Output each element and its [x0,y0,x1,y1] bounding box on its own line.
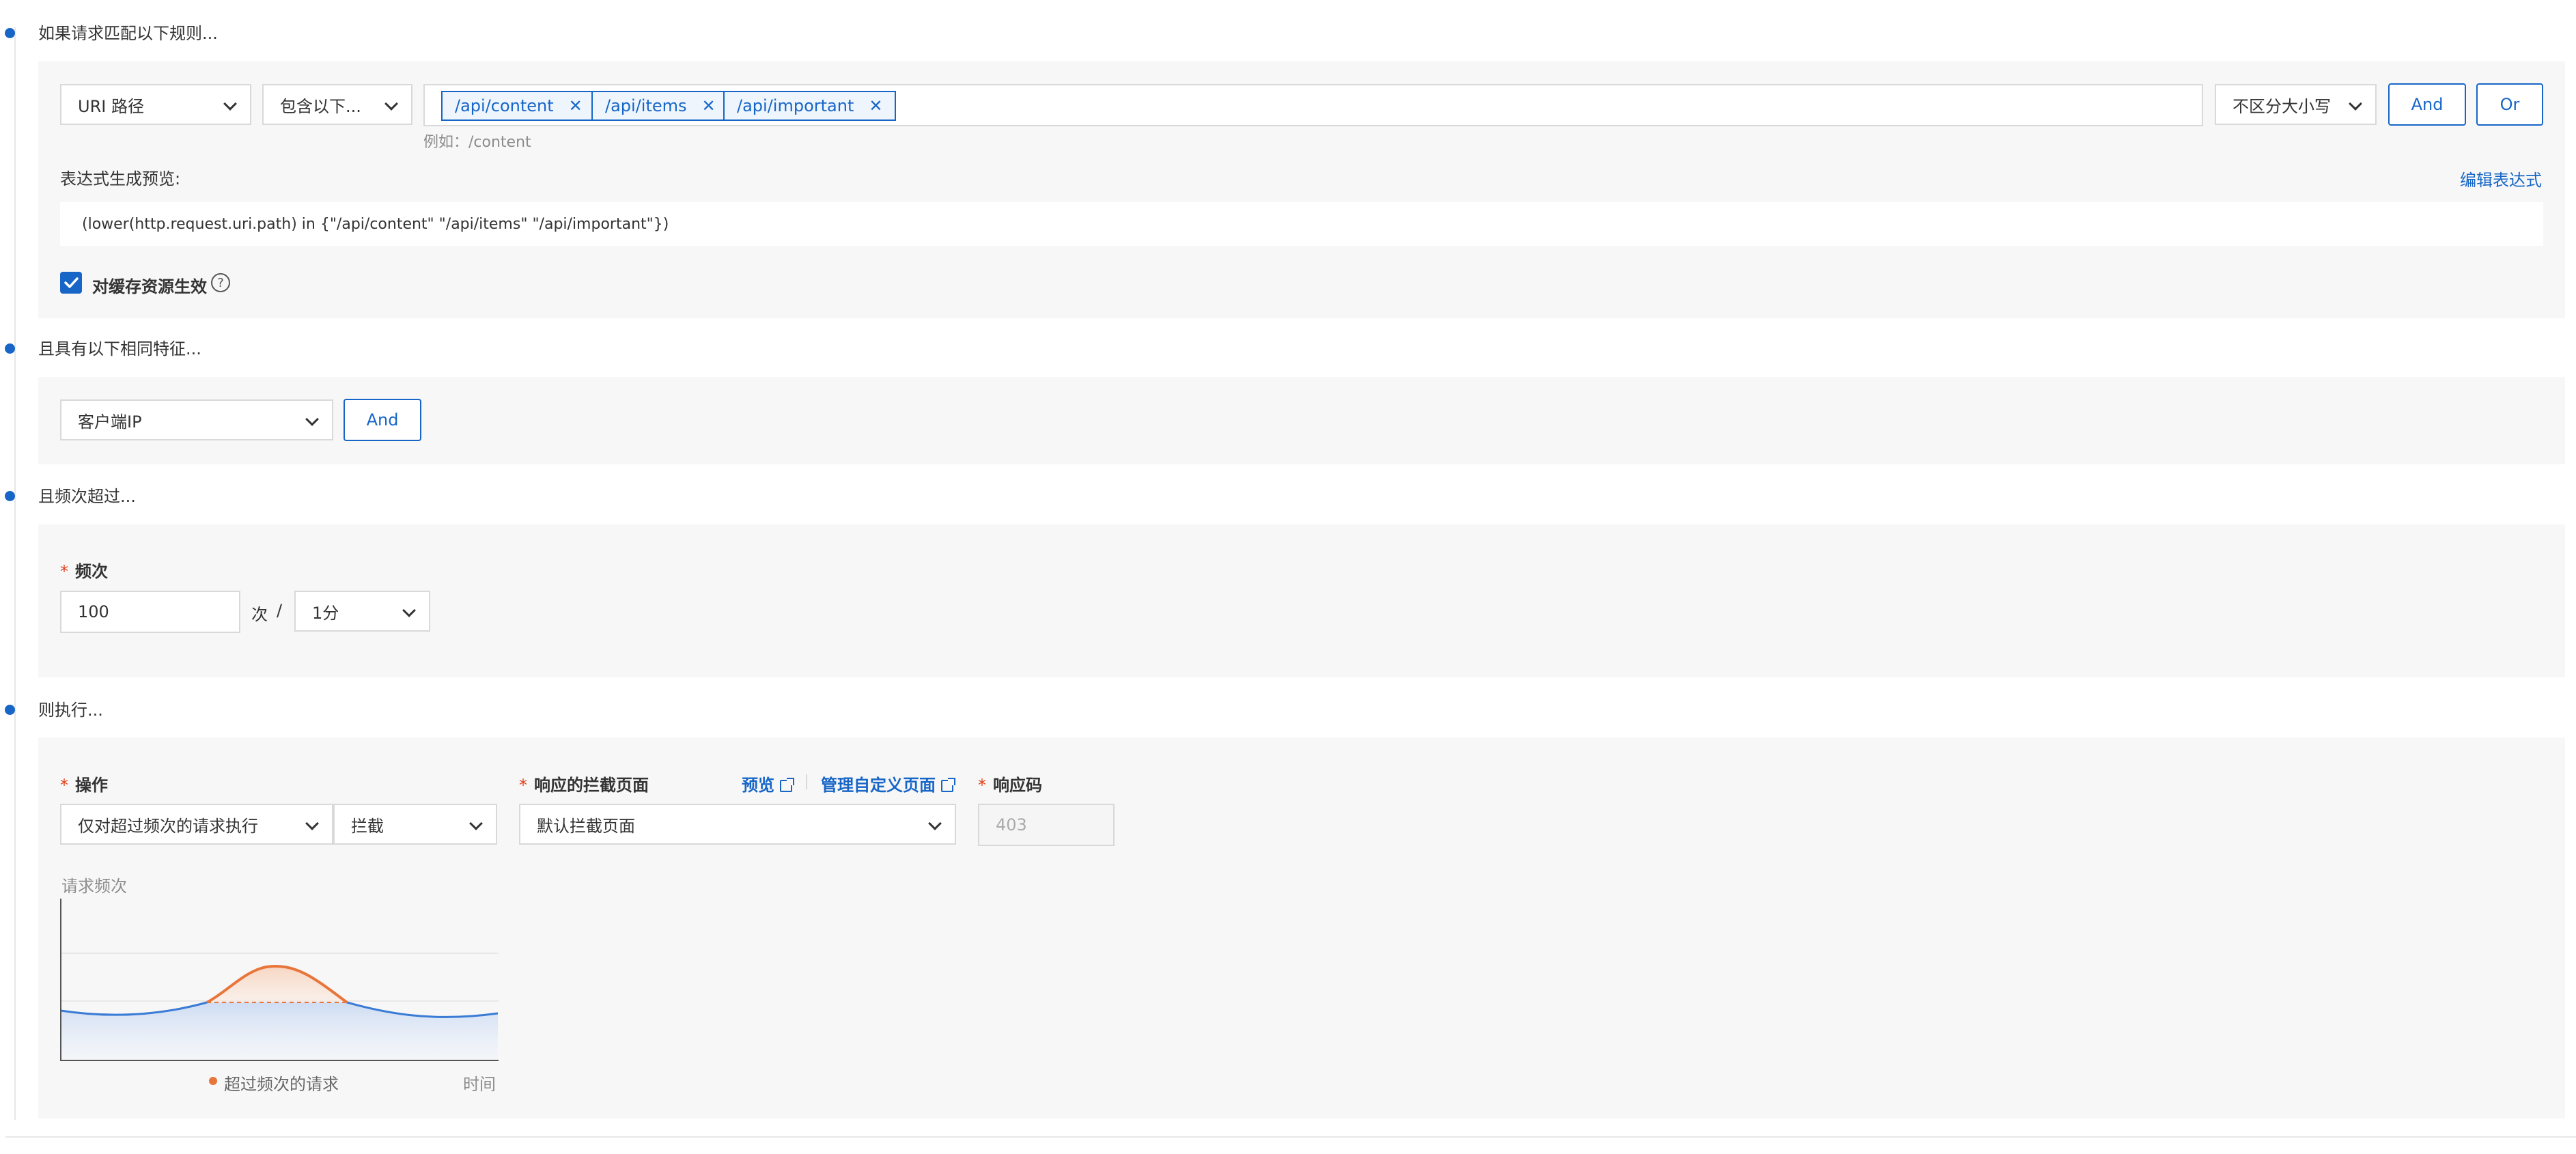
frequency-label: * 频次 [60,558,108,582]
chevron-down-icon [384,97,398,111]
section-title-frequency: 且频次超过... [38,487,136,506]
block-page-select-value: 默认拦截页面 [537,816,635,836]
response-code-input: 403 [978,804,1115,846]
timeline-dot [5,343,15,354]
preview-label: 表达式生成预览: [60,169,181,188]
operation-action-value: 拦截 [351,816,384,836]
feature-select-value: 客户端IP [78,412,142,432]
normal-area-left [61,1002,207,1060]
period-select-value: 1分 [312,603,339,623]
exceeded-area [207,966,347,1002]
close-icon[interactable]: ✕ [569,96,583,115]
or-button[interactable]: Or [2476,83,2543,126]
section-title-features: 且具有以下相同特征... [38,339,201,358]
case-select[interactable]: 不区分大小写 [2215,84,2377,125]
close-icon[interactable]: ✕ [702,96,716,115]
chevron-down-icon [402,604,416,617]
chevron-down-icon [305,412,319,426]
tag-api-items: /api/items ✕ [591,91,729,121]
uri-tags-input[interactable]: /api/content ✕ /api/items ✕ /api/importa… [423,84,2203,126]
section-title-action: 则执行... [38,701,103,720]
link-divider [806,774,807,789]
chart-xlabel: 时间 [463,1075,496,1094]
unit-times: 次 [251,605,268,624]
period-select[interactable]: 1分 [294,591,430,632]
help-icon[interactable]: ? [211,273,230,292]
frequency-label-text: 频次 [75,562,108,581]
block-page-select[interactable]: 默认拦截页面 [519,804,956,845]
chart-ylabel: 请求频次 [61,877,127,896]
operation-mode-select[interactable]: 仅对超过频次的请求执行 [60,804,333,845]
tag-label: /api/important [737,96,854,115]
block-page-label-text: 响应的拦截页面 [534,776,649,795]
response-code-label-text: 响应码 [993,776,1042,795]
close-icon[interactable]: ✕ [869,96,882,115]
operation-label: * 操作 [60,772,108,796]
chevron-down-icon [223,97,237,111]
chevron-down-icon [928,817,942,830]
tag-label: /api/items [605,96,687,115]
operator-select-value: 包含以下... [280,96,361,116]
field-select-value: URI 路径 [78,96,144,116]
feature-select[interactable]: 客户端IP [60,399,333,440]
normal-area-middle [207,1002,347,1060]
frequency-input[interactable]: 100 [60,591,240,633]
tag-api-content: /api/content ✕ [441,91,596,121]
required-mark: * [978,776,986,795]
manage-pages-link[interactable]: 管理自定义页面 [821,772,955,796]
bottom-divider [5,1136,2576,1138]
section-title-match: 如果请求匹配以下规则... [38,24,218,43]
normal-area-right [347,1002,498,1060]
field-select[interactable]: URI 路径 [60,84,251,125]
legend-dot [209,1077,217,1085]
external-link-icon [941,778,955,792]
expression-preview: (lower(http.request.uri.path) in {"/api/… [60,202,2543,246]
required-mark: * [519,776,527,795]
preview-link-text: 预览 [742,776,774,795]
timeline-dot [5,705,15,715]
external-link-icon [780,778,794,792]
block-page-label: * 响应的拦截页面 [519,772,649,796]
case-select-value: 不区分大小写 [2232,96,2331,116]
request-frequency-chart [60,899,499,1061]
chart-legend: 超过频次的请求 [224,1075,339,1094]
tag-label: /api/content [455,96,554,115]
feature-and-button[interactable]: And [344,399,421,441]
operator-select[interactable]: 包含以下... [262,84,412,125]
manage-pages-link-text: 管理自定义页面 [821,776,936,795]
cache-label: 对缓存资源生效 [92,277,207,296]
cache-checkbox[interactable] [60,272,82,294]
required-mark: * [60,776,68,795]
chevron-down-icon [2349,97,2362,111]
and-button[interactable]: And [2388,83,2466,126]
example-hint: 例如：/content [423,134,531,151]
chevron-down-icon [305,817,319,830]
response-code-label: * 响应码 [978,772,1042,796]
operation-label-text: 操作 [75,776,108,795]
edit-expression-link[interactable]: 编辑表达式 [2460,167,2542,191]
operation-mode-value: 仅对超过频次的请求执行 [78,816,258,836]
timeline-dot [5,491,15,501]
timeline-line [14,27,16,1120]
chevron-down-icon [469,817,483,830]
tag-api-important: /api/important ✕ [723,91,897,121]
unit-separator: / [277,601,283,620]
operation-action-select[interactable]: 拦截 [333,804,497,845]
timeline-dot [5,28,15,38]
preview-link[interactable]: 预览 [742,772,794,796]
required-mark: * [60,562,68,581]
check-icon [64,277,79,288]
